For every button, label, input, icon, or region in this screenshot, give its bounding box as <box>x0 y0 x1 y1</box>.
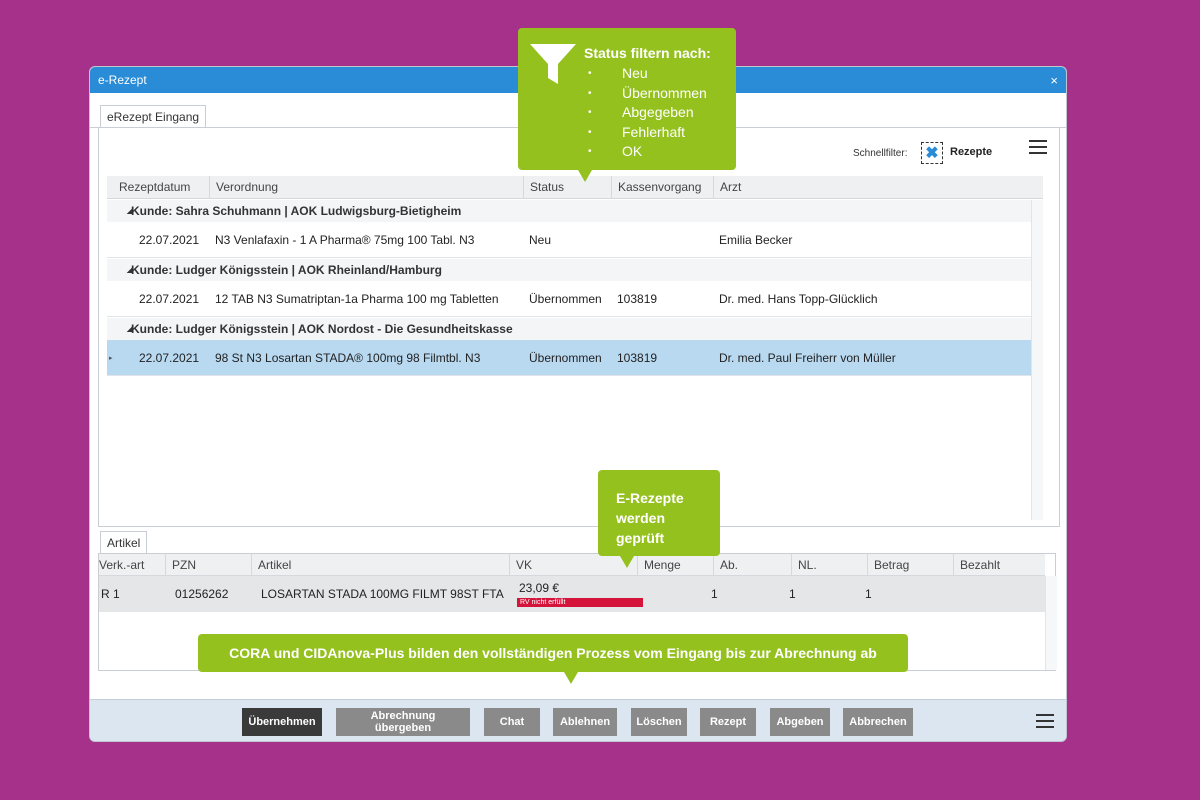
artikel-scrollbar[interactable] <box>1045 576 1057 670</box>
uebernehmen-button[interactable]: Übernehmen <box>242 708 322 736</box>
cell-nl: 1 <box>865 587 872 601</box>
collapse-triangle-icon[interactable]: ◢ <box>127 325 132 333</box>
cell-rezeptdatum: 22.07.2021 <box>139 291 200 306</box>
cell-verordnung: N3 Venlafaxin - 1 A Pharma® 75mg 100 Tab… <box>215 232 475 247</box>
col-artikel[interactable]: Artikel <box>251 554 509 575</box>
collapse-triangle-icon[interactable]: ◢ <box>127 266 132 274</box>
funnel-icon <box>530 44 576 84</box>
filter-option: OK <box>584 142 707 162</box>
group-title: Kunde: Ludger Königsstein | AOK Nordost … <box>131 322 513 336</box>
filter-option: Abgegeben <box>584 103 707 123</box>
abbrechen-button[interactable]: Abbrechen <box>843 708 913 736</box>
status-filter-callout: Status filtern nach: Neu Übernommen Abge… <box>518 28 736 182</box>
cell-status: Übernommen <box>529 350 602 365</box>
group-row[interactable]: ◢ Kunde: Sahra Schuhmann | AOK Ludwigsbu… <box>107 200 1031 222</box>
cell-artikel: LOSARTAN STADA 100MG FILMT 98ST FTA <box>261 587 504 601</box>
tab-erezept-eingang[interactable]: eRezept Eingang <box>100 105 207 127</box>
callout-tail <box>564 672 578 684</box>
tab-artikel[interactable]: Artikel <box>100 531 148 553</box>
filter-option: Neu <box>584 64 707 84</box>
col-verordnung[interactable]: Verordnung <box>209 176 523 198</box>
rv-status-badge: RV nicht erfüllt <box>517 598 643 607</box>
window-title: e-Rezept <box>98 73 147 87</box>
schnellfilter-value: Rezepte <box>950 146 993 158</box>
cell-pzn: 01256262 <box>175 587 229 601</box>
row-indicator-icon: ▸ <box>109 354 113 362</box>
cell-verkart: R 1 <box>101 587 120 601</box>
schnellfilter-label: Schnellfilter: <box>853 148 908 159</box>
artikel-row[interactable]: R 1 01256262 LOSARTAN STADA 100MG FILMT … <box>99 576 1045 612</box>
callout-tail <box>578 170 592 182</box>
artikel-header: Verk.-art PZN Artikel VK Menge Ab. NL. B… <box>99 554 1045 576</box>
grid-header: Rezeptdatum Verordnung Status Kassenvorg… <box>107 176 1043 199</box>
filter-callout-title: Status filtern nach: <box>584 45 711 61</box>
abgeben-button[interactable]: Abgeben <box>770 708 830 736</box>
col-menge[interactable]: Menge <box>637 554 713 575</box>
cell-arzt: Dr. med. Paul Freiherr von Müller <box>719 350 896 365</box>
cell-kassenvorgang: 103819 <box>617 350 658 365</box>
cell-arzt: Emilia Becker <box>719 232 793 247</box>
col-rezeptdatum[interactable]: Rezeptdatum <box>113 176 209 198</box>
ablehnen-button[interactable]: Ablehnen <box>553 708 617 736</box>
rezept-button[interactable]: Rezept <box>700 708 756 736</box>
callout-tail <box>620 556 634 568</box>
cell-ab: 1 <box>789 587 796 601</box>
cell-kassenvorgang: 103819 <box>617 291 658 306</box>
hamburger-menu-icon[interactable] <box>1029 140 1047 158</box>
filter-options: Neu Übernommen Abgegeben Fehlerhaft OK <box>584 64 707 162</box>
x-checkbox-icon[interactable]: ✖ <box>921 142 943 164</box>
cell-status: Neu <box>529 232 552 247</box>
group-title: Kunde: Sahra Schuhmann | AOK Ludwigsburg… <box>131 204 462 218</box>
group-row[interactable]: ◢ Kunde: Ludger Königsstein | AOK Rheinl… <box>107 259 1031 281</box>
abrechnung-uebergeben-button[interactable]: Abrechnung übergeben <box>336 708 470 736</box>
col-ab[interactable]: Ab. <box>713 554 791 575</box>
check-callout: E-Rezepte werden geprüft <box>598 470 720 568</box>
process-callout: CORA und CIDAnova-Plus bilden den vollst… <box>198 634 908 684</box>
erezept-panel: Schnellfilter: ✖ Rezepte Rezeptdatum Ver… <box>98 127 1060 527</box>
cell-verordnung: 98 St N3 Losartan STADA® 100mg 98 Filmtb… <box>215 350 481 365</box>
col-verkart[interactable]: Verk.-art <box>93 554 165 575</box>
cell-arzt: Dr. med. Hans Topp-Glücklich <box>719 291 878 306</box>
cell-menge: 1 <box>711 587 718 601</box>
group-row[interactable]: ◢ Kunde: Ludger Königsstein | AOK Nordos… <box>107 318 1031 340</box>
table-row[interactable]: 22.07.2021 12 TAB N3 Sumatriptan-1a Phar… <box>107 281 1031 317</box>
check-callout-text: E-Rezepte werden geprüft <box>616 490 684 546</box>
close-icon[interactable]: × <box>1050 73 1058 88</box>
table-row[interactable]: 22.07.2021 N3 Venlafaxin - 1 A Pharma® 7… <box>107 222 1031 258</box>
cell-rezeptdatum: 22.07.2021 <box>139 350 200 365</box>
col-kassenvorgang[interactable]: Kassenvorgang <box>611 176 713 198</box>
col-betrag[interactable]: Betrag <box>867 554 953 575</box>
process-callout-text: CORA und CIDAnova-Plus bilden den vollst… <box>229 645 877 661</box>
col-status[interactable]: Status <box>523 176 611 198</box>
action-bar: Übernehmen Abrechnung übergeben Chat Abl… <box>90 699 1066 741</box>
cell-rezeptdatum: 22.07.2021 <box>139 232 200 247</box>
hamburger-menu-icon[interactable] <box>1036 714 1054 732</box>
cell-status: Übernommen <box>529 291 602 306</box>
col-pzn[interactable]: PZN <box>165 554 251 575</box>
cell-verordnung: 12 TAB N3 Sumatriptan-1a Pharma 100 mg T… <box>215 291 499 306</box>
filter-option: Übernommen <box>584 84 707 104</box>
col-bezahlt[interactable]: Bezahlt <box>953 554 1045 575</box>
col-nl[interactable]: NL. <box>791 554 867 575</box>
filter-option: Fehlerhaft <box>584 123 707 143</box>
group-title: Kunde: Ludger Königsstein | AOK Rheinlan… <box>131 263 442 277</box>
col-arzt[interactable]: Arzt <box>713 176 1043 198</box>
loeschen-button[interactable]: Löschen <box>631 708 687 736</box>
grid-scrollbar[interactable] <box>1031 200 1043 520</box>
collapse-triangle-icon[interactable]: ◢ <box>127 207 132 215</box>
table-row-selected[interactable]: ▸ 22.07.2021 98 St N3 Losartan STADA® 10… <box>107 340 1031 376</box>
chat-button[interactable]: Chat <box>484 708 540 736</box>
